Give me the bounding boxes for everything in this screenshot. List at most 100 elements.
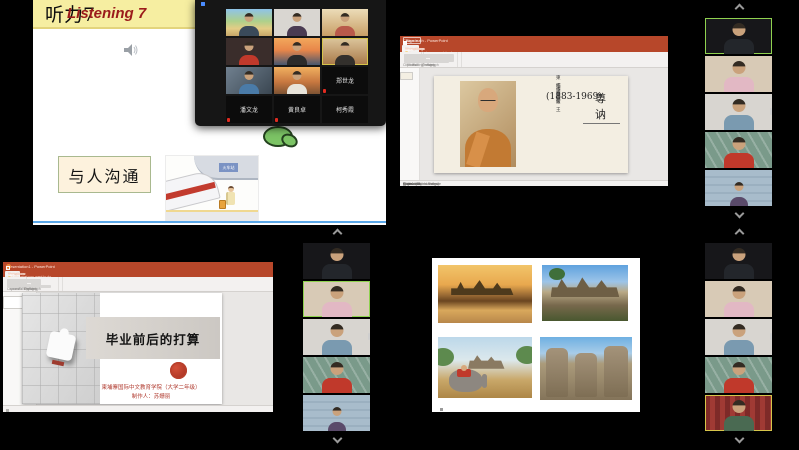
participant-video-active[interactable]: KCNU|李焱: [303, 281, 370, 317]
monk-portrait: [460, 81, 516, 167]
close-icon: [403, 41, 407, 45]
muted-mic-icon: [323, 89, 326, 93]
participant-figure: [705, 395, 772, 431]
title-banner: 毕业前后的打算: [86, 317, 220, 359]
train-station-illustration: 火车站: [165, 155, 259, 222]
ribbon-tab-bar: File Home Insert Design Transitions Anim…: [400, 45, 668, 52]
participant-tile-novideo[interactable]: 柯秀霞: [322, 96, 368, 123]
scrollbar[interactable]: [368, 333, 370, 340]
participants-strip-bottom-left: 谢琳 KCNU|李焱 苏姗丽 董守婷 丁丽达: [303, 225, 370, 450]
chevron-up-icon[interactable]: [734, 4, 744, 12]
ppt-workspace: 尊讷 (1883-1969) 柬埔寨僧王 作家 作曲家 诗人: [400, 68, 668, 180]
stone-face-tower: [546, 348, 568, 397]
slide-thumbnail[interactable]: [400, 72, 413, 80]
participant-video[interactable]: 刘文娟: [226, 38, 272, 65]
participant-figure: [274, 67, 320, 94]
participant-name: 柯秀霞: [336, 105, 354, 114]
slide-thumbnail-panel[interactable]: [400, 68, 420, 180]
speaker-icon[interactable]: [123, 42, 139, 58]
participant-video-active[interactable]: 王姗丽: [705, 395, 772, 431]
platform: [166, 210, 258, 221]
participant-tile-novideo[interactable]: 黄良卓: [274, 96, 320, 123]
participant-figure: [705, 132, 772, 168]
participant-figure: [303, 243, 370, 279]
temple-towers: [551, 277, 620, 297]
scrollbar[interactable]: [770, 108, 772, 115]
participant-figure: [274, 38, 320, 65]
green-cartoon-character: [263, 126, 293, 147]
participant-figure: [705, 243, 772, 279]
window-titlebar[interactable]: Presentation1 - PowerPoint: [3, 262, 273, 270]
participant-video[interactable]: 苏姗丽: [303, 319, 370, 355]
participant-figure: [705, 319, 772, 355]
muted-mic-icon: [227, 118, 230, 122]
chevron-up-icon[interactable]: [332, 229, 342, 237]
chevron-down-icon[interactable]: [332, 436, 342, 444]
comments-button[interactable]: Comments: [403, 182, 420, 186]
participant-video[interactable]: 董守婷: [705, 357, 772, 393]
traveler-suitcase: [219, 200, 226, 209]
communication-phrase: 与人沟通: [68, 163, 140, 187]
chevron-up-icon[interactable]: [734, 229, 744, 237]
lesson-title-en: Listening 7: [67, 5, 146, 22]
participant-video[interactable]: 谢琳: [705, 243, 772, 279]
participant-video[interactable]: 董守婷: [303, 357, 370, 393]
window-title: Presentation1 - PowerPoint: [6, 264, 55, 269]
participant-video[interactable]: 董华赢: [322, 9, 368, 36]
slide-subtitle-school: 柬埔寨国际中文教育学院（大学二年级）: [80, 383, 222, 391]
participant-figure: [226, 67, 272, 94]
participant-video-active[interactable]: 谢琳: [705, 18, 772, 54]
ribbon-group-editing[interactable]: Editing: [400, 52, 436, 67]
participant-video[interactable]: 国际中文教育学院: [274, 9, 320, 36]
ribbon-group-editing[interactable]: Editing: [3, 277, 45, 291]
participant-figure: [303, 395, 370, 431]
participant-name: 潘文龙: [240, 105, 258, 114]
muted-mic-icon: [275, 118, 278, 122]
shared-screen-angkor-slide: [432, 258, 640, 412]
participant-video[interactable]: 苏姗丽: [705, 319, 772, 355]
stone-face-tower: [575, 353, 597, 397]
chevron-down-icon[interactable]: [734, 211, 744, 219]
slide-title: 毕业前后的打算: [106, 329, 201, 348]
chevron-down-icon[interactable]: [734, 436, 744, 444]
traveler-body: [226, 192, 235, 205]
stone-face-tower: [604, 346, 628, 398]
participant-video[interactable]: 罗悦: [226, 9, 272, 36]
participant-video[interactable]: 丁丽达: [303, 395, 370, 431]
window-titlebar[interactable]: Choun nath - PowerPoint Sign in: [400, 36, 668, 45]
participant-figure: [226, 9, 272, 36]
participant-video[interactable]: 松立伟 Song David: [274, 38, 320, 65]
participant-video[interactable]: 洪达 HON TON: [274, 67, 320, 94]
communication-phrase-box: 与人沟通: [58, 156, 151, 193]
participant-video[interactable]: 苏姗丽: [705, 94, 772, 130]
puzzle-piece-shadow: [52, 360, 65, 366]
tree: [516, 346, 532, 364]
composite-screenshot: 听力7 Listening 7 与人沟通 火车站: [0, 0, 799, 450]
participant-video[interactable]: 纪映妮: [226, 67, 272, 94]
participant-figure: [705, 18, 772, 54]
ribbon: Clipboard Slides Font Paragraph: [400, 52, 668, 68]
participant-tile-novideo[interactable]: 潘文龙: [226, 96, 272, 123]
slide-graduation: 毕业前后的打算 柬埔寨国际中文教育学院（大学二年级） 制作人：苏姗丽: [22, 293, 222, 404]
participant-video[interactable]: 丁丽达: [705, 170, 772, 206]
participant-figure: [705, 281, 772, 317]
participant-video[interactable]: KCNU|李焱: [705, 56, 772, 92]
ribbon-tab-bar: File Home Insert Design Transitions Anim…: [3, 270, 273, 277]
participant-video[interactable]: 谢琳: [303, 243, 370, 279]
participant-video-active[interactable]: 诺莉娜Phimol Phylly: [322, 38, 368, 65]
participant-video[interactable]: KCNU|李焱: [705, 281, 772, 317]
ribbon: Clipboard Slides Font Paragraph Drawing: [3, 277, 273, 292]
participant-tile-novideo[interactable]: 郑世龙: [322, 67, 368, 94]
tree: [549, 268, 565, 280]
status-bar: [3, 405, 273, 412]
temple-ruins: [468, 355, 509, 368]
participant-figure: [322, 9, 368, 36]
scrollbar[interactable]: [770, 333, 772, 340]
zoom-gallery-window[interactable]: 罗悦 国际中文教育学院 董华赢 刘文娟 松立伟 Song David 诺莉娜Ph…: [195, 0, 386, 126]
tree: [438, 348, 454, 366]
participant-figure: [226, 38, 272, 65]
participant-figure: [303, 281, 370, 317]
photo-stone-faces: [540, 337, 632, 400]
participant-video[interactable]: 董守婷: [705, 132, 772, 168]
red-seal: [170, 362, 187, 379]
